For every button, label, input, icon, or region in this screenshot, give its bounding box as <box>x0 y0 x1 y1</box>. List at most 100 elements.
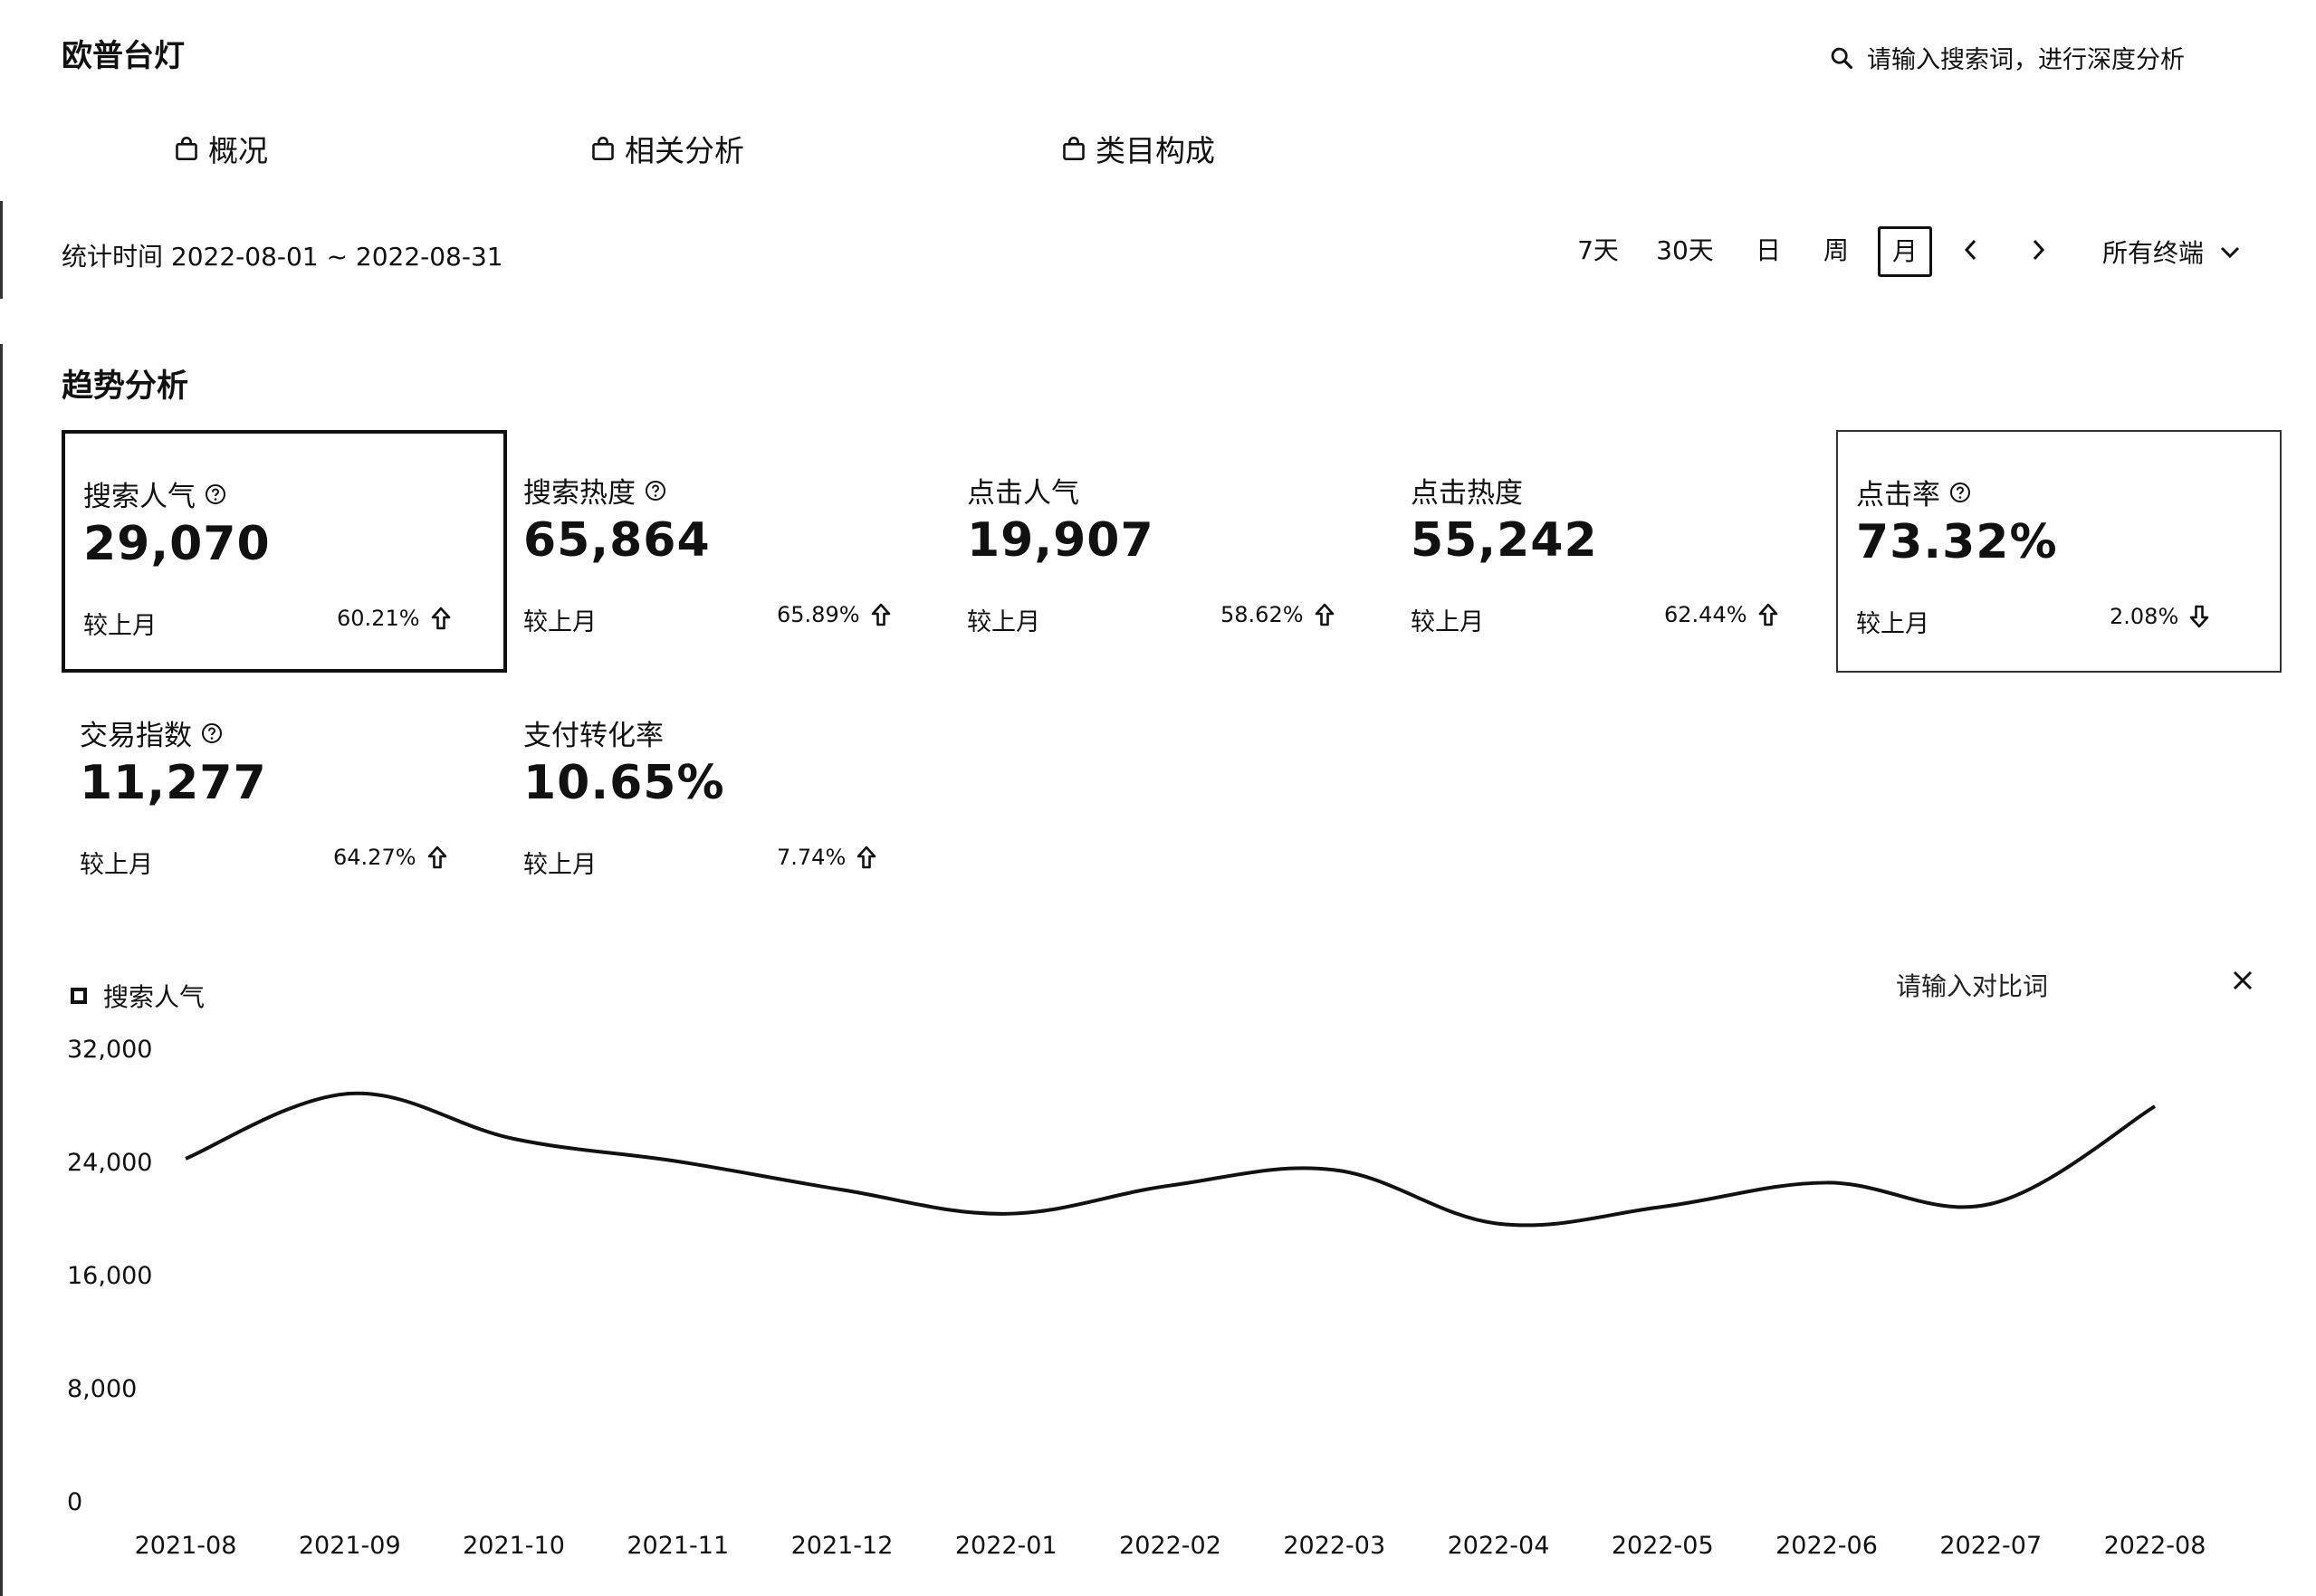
period-week[interactable]: 周 <box>1820 234 1852 268</box>
data-point[interactable] <box>1493 1219 1504 1229</box>
metric-card[interactable]: 点击人气 19,907 较上月 58.62% <box>949 430 1394 673</box>
help-icon[interactable] <box>201 722 223 744</box>
shopping-bag-icon <box>176 137 197 160</box>
search-icon <box>1831 47 1853 69</box>
data-point[interactable] <box>344 1088 355 1099</box>
metric-label-row: 支付转化率 <box>523 712 664 753</box>
data-point[interactable] <box>1822 1177 1833 1188</box>
y-tick-label: 32,000 <box>67 1036 152 1064</box>
arrow-up-icon <box>1758 603 1777 626</box>
help-icon[interactable] <box>645 480 666 502</box>
period-month[interactable]: 月 <box>1878 226 1932 277</box>
metric-label: 支付转化率 <box>523 720 664 752</box>
metric-card[interactable]: 交易指数 11,277 较上月 64.27% <box>62 673 507 915</box>
x-tick-label: 2022-07 <box>1939 1532 2042 1560</box>
app-title: 欧普台灯 <box>62 38 185 74</box>
data-point[interactable] <box>1329 1164 1340 1175</box>
data-point[interactable] <box>180 1153 191 1164</box>
data-point[interactable] <box>673 1156 684 1167</box>
y-tick-label: 24,000 <box>67 1149 152 1177</box>
metric-label-row: 交易指数 <box>80 712 223 753</box>
metric-label-row: 搜索人气 <box>83 473 226 514</box>
metric-change-value: 2.08% <box>2110 604 2179 629</box>
search-box[interactable]: 请输入搜索词，进行深度分析 <box>1829 40 2185 75</box>
arrow-up-icon <box>431 607 450 630</box>
metric-change-value: 58.62% <box>1220 602 1304 627</box>
metric-value: 10.65% <box>523 756 725 810</box>
period-30d[interactable]: 30天 <box>1655 234 1715 268</box>
arrow-up-icon <box>857 846 876 869</box>
chevron-down-icon <box>2220 246 2240 259</box>
shopping-bag-icon <box>1063 137 1085 160</box>
tab-category-composition[interactable]: 类目构成 <box>1061 127 1215 170</box>
x-tick-label: 2022-06 <box>1775 1532 1878 1560</box>
tab-bar: 概况 相关分析 类目构成 <box>0 127 2316 172</box>
arrow-up-icon <box>1315 603 1334 626</box>
close-icon[interactable] <box>2229 967 2256 994</box>
metric-change-value: 60.21% <box>337 606 420 631</box>
metric-change: 60.21% <box>337 606 451 631</box>
metric-compare-label: 较上月 <box>523 851 597 879</box>
arrow-up-icon <box>871 603 890 626</box>
tab-related-analysis[interactable]: 相关分析 <box>590 127 744 170</box>
metric-value: 73.32% <box>1856 515 2058 569</box>
data-point[interactable] <box>1000 1209 1011 1219</box>
metric-card[interactable]: 搜索热度 65,864 较上月 65.89% <box>505 430 951 673</box>
metric-change: 65.89% <box>777 602 891 627</box>
metric-change-value: 62.44% <box>1664 602 1747 627</box>
tab-label: 相关分析 <box>625 133 744 168</box>
search-placeholder[interactable]: 请输入搜索词，进行深度分析 <box>1867 40 2185 75</box>
x-tick-label: 2021-11 <box>627 1532 729 1560</box>
period-day[interactable]: 日 <box>1752 234 1785 268</box>
terminal-label: 所有终端 <box>2102 238 2205 268</box>
y-tick-label: 16,000 <box>67 1262 152 1290</box>
help-icon[interactable] <box>205 483 226 505</box>
data-point[interactable] <box>509 1133 520 1144</box>
data-point[interactable] <box>837 1184 847 1195</box>
section-title: 趋势分析 <box>62 368 189 405</box>
metric-compare-label: 较上月 <box>1411 608 1484 636</box>
tab-label: 类目构成 <box>1096 133 1215 168</box>
x-tick-label: 2021-12 <box>791 1532 894 1560</box>
compare-word-input[interactable] <box>1894 967 2206 1005</box>
metric-label: 交易指数 <box>80 720 192 752</box>
metric-compare-label: 较上月 <box>523 608 597 636</box>
metric-change: 7.74% <box>777 845 876 870</box>
metric-label-row: 点击热度 <box>1411 470 1523 511</box>
metric-value: 11,277 <box>80 756 267 810</box>
metric-card[interactable]: 点击热度 55,242 较上月 62.44% <box>1392 430 1838 673</box>
x-tick-label: 2021-08 <box>135 1532 237 1560</box>
tab-overview[interactable]: 概况 <box>174 127 268 170</box>
metric-change: 62.44% <box>1664 602 1778 627</box>
data-point[interactable] <box>1986 1199 1996 1209</box>
chevron-left-icon[interactable] <box>1957 232 1985 268</box>
x-tick-label: 2022-03 <box>1283 1532 1385 1560</box>
metric-card[interactable]: 点击率 73.32% 较上月 2.08% <box>1836 430 2282 673</box>
section-divider <box>0 201 3 299</box>
period-7d[interactable]: 7天 <box>1575 234 1621 268</box>
x-tick-label: 2022-08 <box>2104 1532 2206 1560</box>
metric-change-value: 7.74% <box>777 845 847 870</box>
metric-label: 点击率 <box>1856 479 1940 511</box>
data-point[interactable] <box>2149 1101 2160 1112</box>
metric-label-row: 点击人气 <box>967 470 1079 511</box>
metric-label: 搜索热度 <box>523 477 636 510</box>
data-point[interactable] <box>1657 1201 1668 1212</box>
metric-label: 搜索人气 <box>83 481 196 513</box>
x-tick-label: 2022-02 <box>1119 1532 1221 1560</box>
terminal-select[interactable]: 所有终端 <box>2102 234 2242 270</box>
metric-card[interactable]: 支付转化率 10.65% 较上月 7.74% <box>505 673 951 915</box>
trend-chart: 0 8,000 16,000 24,000 32,000 2021-08 2021-09 20… <box>67 1036 2206 1560</box>
metric-value: 65,864 <box>523 513 711 568</box>
date-range: 统计时间 2022-08-01 ~ 2022-08-31 <box>62 242 503 272</box>
x-tick-label: 2021-10 <box>463 1532 565 1560</box>
legend-marker <box>71 988 87 1004</box>
metric-change: 64.27% <box>333 845 447 870</box>
shopping-bag-icon <box>592 137 614 160</box>
x-tick-label: 2022-05 <box>1612 1532 1714 1560</box>
data-point[interactable] <box>1165 1180 1176 1191</box>
chevron-right-icon[interactable] <box>2024 232 2052 268</box>
metric-card[interactable]: 搜索人气 29,070 较上月 60.21% <box>62 430 507 673</box>
help-icon[interactable] <box>1949 482 1971 503</box>
chart-legend[interactable]: 搜索人气 <box>71 978 205 1014</box>
